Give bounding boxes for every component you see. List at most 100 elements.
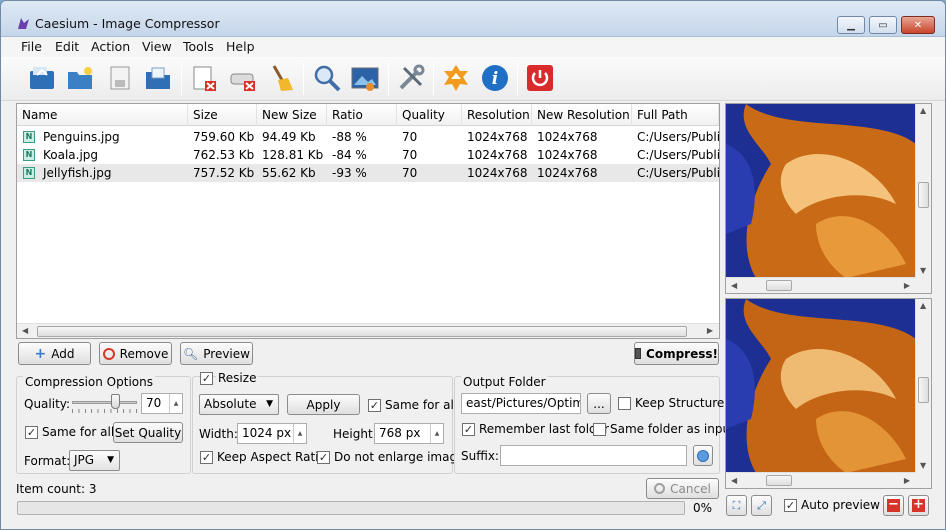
menu-file[interactable]: File xyxy=(21,39,42,54)
fit-to-window-button[interactable]: ⛶ xyxy=(726,495,747,516)
about-button[interactable]: i xyxy=(478,61,512,95)
table-row[interactable]: N Jellyfish.jpg 757.52 Kb 55.62 Kb -93 %… xyxy=(17,164,719,182)
format-select[interactable]: JPG ▼ xyxy=(69,450,120,471)
spin-up-icon[interactable]: ▲ xyxy=(435,424,440,443)
spin-down-icon[interactable]: ▼ xyxy=(298,443,303,444)
same-folder-as-input-checkbox[interactable] xyxy=(593,423,606,436)
cancel-button[interactable]: Cancel xyxy=(646,478,719,499)
spin-down-icon[interactable]: ▼ xyxy=(435,443,440,444)
preview-button[interactable]: 🔍︎ Preview xyxy=(180,342,253,365)
scrollbar-thumb[interactable] xyxy=(766,475,792,486)
spin-up-icon[interactable]: ▲ xyxy=(298,424,303,443)
export-icon xyxy=(146,67,170,89)
table-row[interactable]: N Penguins.jpg 759.60 Kb 94.49 Kb -88 % … xyxy=(17,128,719,146)
scroll-left-icon[interactable]: ◀ xyxy=(22,326,28,335)
width-spin-arrows[interactable]: ▲▼ xyxy=(293,424,306,443)
set-quality-button[interactable]: Set Quality xyxy=(113,422,183,443)
keep-aspect-ratio-label: Keep Aspect Ratio xyxy=(217,450,326,464)
menu-tools[interactable]: Tools xyxy=(183,39,214,54)
exit-button[interactable] xyxy=(523,61,557,95)
width-spinbox[interactable]: 1024 px ▲▼ xyxy=(237,423,307,444)
remember-last-folder-checkbox[interactable]: ✓ xyxy=(462,423,475,436)
actual-size-button[interactable]: ⤢ xyxy=(751,495,772,516)
original-vertical-scrollbar[interactable]: ▲ ▼ xyxy=(915,104,931,278)
column-quality[interactable]: Quality xyxy=(397,104,462,126)
spin-up-icon[interactable]: ▲ xyxy=(174,394,179,413)
compressed-vertical-scrollbar[interactable]: ▲ ▼ xyxy=(915,299,931,473)
quality-spinbox[interactable]: 70 ▲▼ xyxy=(141,393,183,414)
suffix-field[interactable] xyxy=(500,445,687,466)
column-new-resolution[interactable]: New Resolution xyxy=(532,104,632,126)
open-folder-button[interactable] xyxy=(63,61,97,95)
scrollbar-thumb[interactable] xyxy=(918,377,929,403)
menu-edit[interactable]: Edit xyxy=(55,39,79,54)
scrollbar-thumb[interactable] xyxy=(918,182,929,208)
column-new-size[interactable]: New Size xyxy=(257,104,327,126)
compress-button[interactable]: Compress! xyxy=(634,342,719,365)
cell-name: Jellyfish.jpg xyxy=(43,166,112,180)
auto-preview-checkbox[interactable]: ✓ xyxy=(784,499,797,512)
column-size[interactable]: Size xyxy=(188,104,257,126)
column-full-path[interactable]: Full Path xyxy=(632,104,719,126)
reset-suffix-button[interactable] xyxy=(693,445,713,466)
menu-help[interactable]: Help xyxy=(226,39,255,54)
clear-list-button[interactable] xyxy=(226,61,260,95)
cell-new-resolution: 1024x768 xyxy=(537,166,598,180)
keep-aspect-ratio-checkbox[interactable]: ✓ xyxy=(200,451,213,464)
scroll-up-icon[interactable]: ▲ xyxy=(920,106,926,115)
clean-button[interactable] xyxy=(264,61,298,95)
remove-button[interactable]: Remove xyxy=(99,342,172,365)
scroll-left-icon[interactable]: ◀ xyxy=(731,476,737,485)
image-file-icon: N xyxy=(23,149,35,161)
scroll-left-icon[interactable]: ◀ xyxy=(731,281,737,290)
height-spin-arrows[interactable]: ▲▼ xyxy=(430,424,443,443)
update-button[interactable] xyxy=(439,61,473,95)
menu-bar: File Edit Action View Tools Help xyxy=(1,37,945,57)
browse-folder-button[interactable]: ... xyxy=(587,393,611,414)
resize-checkbox[interactable]: ✓ xyxy=(200,372,213,385)
original-horizontal-scrollbar[interactable]: ◀ ▶ xyxy=(726,277,916,293)
same-for-all-quality-checkbox[interactable]: ✓ xyxy=(25,426,38,439)
maximize-button[interactable]: ▭ xyxy=(869,16,897,34)
quality-spin-arrows[interactable]: ▲▼ xyxy=(169,394,182,413)
scrollbar-thumb[interactable] xyxy=(766,280,792,291)
do-not-enlarge-checkbox[interactable]: ✓ xyxy=(317,451,330,464)
export-button[interactable] xyxy=(141,61,175,95)
zoom-in-button[interactable]: + xyxy=(908,495,929,516)
scroll-right-icon[interactable]: ▶ xyxy=(707,326,713,335)
open-files-button[interactable] xyxy=(25,61,59,95)
scroll-down-icon[interactable]: ▼ xyxy=(920,266,926,275)
slider-thumb[interactable] xyxy=(111,394,120,409)
zoom-out-button[interactable]: − xyxy=(883,495,904,516)
minimize-button[interactable]: ▁ xyxy=(837,16,865,34)
resize-mode-select[interactable]: Absolute ▼ xyxy=(199,394,279,415)
scroll-right-icon[interactable]: ▶ xyxy=(904,476,910,485)
output-path-field[interactable]: east/Pictures/Optimised xyxy=(461,393,581,414)
close-button[interactable]: ✕ xyxy=(901,16,935,34)
keep-structure-checkbox[interactable] xyxy=(618,397,631,410)
settings-button[interactable] xyxy=(394,61,428,95)
column-name[interactable]: Name xyxy=(17,104,188,126)
compare-button[interactable] xyxy=(348,61,382,95)
height-spinbox[interactable]: 768 px ▲▼ xyxy=(374,423,444,444)
apply-button[interactable]: Apply xyxy=(287,394,360,415)
remove-items-button[interactable] xyxy=(187,61,221,95)
cell-name: Penguins.jpg xyxy=(43,130,120,144)
table-horizontal-scrollbar[interactable]: ◀ ▶ xyxy=(17,323,719,338)
scroll-up-icon[interactable]: ▲ xyxy=(920,301,926,310)
save-list-button[interactable] xyxy=(103,61,137,95)
same-for-all-resize-checkbox[interactable]: ✓ xyxy=(368,399,381,412)
column-resolution[interactable]: Resolution xyxy=(462,104,532,126)
menu-action[interactable]: Action xyxy=(91,39,130,54)
add-button[interactable]: + Add xyxy=(18,342,91,365)
scroll-down-icon[interactable]: ▼ xyxy=(920,461,926,470)
compressed-horizontal-scrollbar[interactable]: ◀ ▶ xyxy=(726,472,916,488)
column-ratio[interactable]: Ratio xyxy=(327,104,397,126)
quality-slider[interactable] xyxy=(72,394,137,416)
spin-down-icon[interactable]: ▼ xyxy=(174,413,179,414)
menu-view[interactable]: View xyxy=(142,39,172,54)
table-row[interactable]: N Koala.jpg 762.53 Kb 128.81 Kb -84 % 70… xyxy=(17,146,719,164)
scrollbar-thumb[interactable] xyxy=(37,326,687,337)
scroll-right-icon[interactable]: ▶ xyxy=(904,281,910,290)
search-button[interactable] xyxy=(310,61,344,95)
